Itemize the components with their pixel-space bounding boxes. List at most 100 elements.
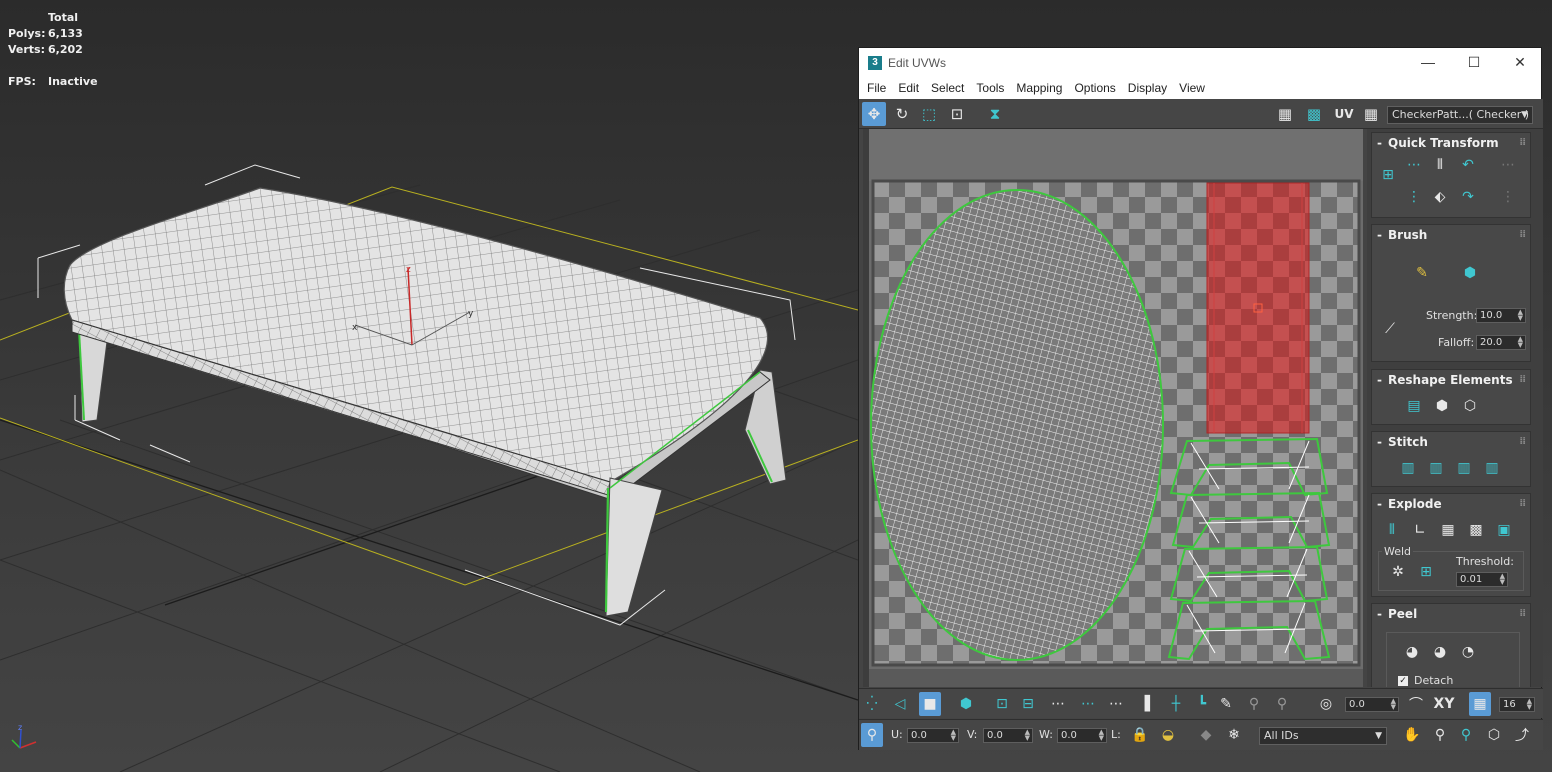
v-spinner[interactable]: 0.0 ▲ ▼ (983, 728, 1033, 743)
menu-options[interactable]: Options (1068, 81, 1121, 95)
texture-dropdown[interactable]: CheckerPatt...( Checker ) ▼ (1387, 106, 1533, 124)
freeze-visible-icon[interactable]: ◆ (1195, 723, 1217, 747)
break-icon[interactable]: ⫴ (1380, 518, 1404, 542)
menu-display[interactable]: Display (1122, 81, 1173, 95)
minimize-button[interactable]: — (1405, 48, 1451, 77)
absolute-mode-icon[interactable]: ⚲ (861, 723, 883, 747)
pin-brush-icon[interactable]: ⚲ (1271, 692, 1293, 716)
brush-select-icon[interactable]: ✎ (1215, 692, 1237, 716)
lock-icon[interactable]: 🔒 (1129, 723, 1151, 747)
grid-spinner[interactable]: 16 ▲ ▼ (1499, 697, 1535, 712)
rollout-header[interactable]: Quick Transform⁞⁞ (1372, 133, 1530, 153)
uv-mode-button[interactable]: UV (1329, 102, 1359, 126)
shrink-selection-icon[interactable]: ⊟ (1017, 692, 1039, 716)
edge-select-icon[interactable]: ⋯ (1105, 692, 1127, 716)
rollout-header[interactable]: Brush⁞⁞ (1372, 225, 1530, 245)
select-element-icon[interactable]: ⬢ (955, 692, 977, 716)
select-edge-icon[interactable]: ◁ (889, 692, 911, 716)
loop-icon[interactable]: ⋯ (1047, 692, 1069, 716)
rollout-header[interactable]: Peel⁞⁞ (1372, 604, 1530, 624)
scale-tool-icon[interactable]: ⬚ (917, 102, 941, 126)
align-horizontal-icon[interactable]: ⋯ (1402, 153, 1426, 177)
move-tool-icon[interactable]: ✥ (862, 102, 886, 126)
paint-select-icon[interactable]: ▌ (1139, 692, 1161, 716)
rotate-tool-icon[interactable]: ↻ (890, 102, 914, 126)
rollout-header[interactable]: Stitch⁞⁞ (1372, 432, 1530, 452)
flatten-icon[interactable]: ▣ (1492, 518, 1516, 542)
xy-space-button[interactable]: XY (1431, 692, 1457, 716)
ring-icon[interactable]: ⋯ (1077, 692, 1099, 716)
menu-mapping[interactable]: Mapping (1010, 81, 1068, 95)
material-ids-dropdown[interactable]: All IDs ▼ (1259, 727, 1387, 745)
rollout-title: Brush (1388, 228, 1428, 242)
freeform-tool-icon[interactable]: ⊡ (945, 102, 969, 126)
hide-icon[interactable]: ◒ (1157, 723, 1179, 747)
zoom-extents-icon[interactable]: ⬡ (1483, 723, 1505, 747)
menu-edit[interactable]: Edit (892, 81, 925, 95)
align-icon[interactable]: ⊞ (1376, 163, 1400, 187)
rotate-cw-icon[interactable]: ↷ (1456, 185, 1480, 209)
u-spinner[interactable]: 0.0 ▲ ▼ (907, 728, 959, 743)
rollout-header[interactable]: Explode⁞⁞ (1372, 494, 1530, 514)
space-horizontal-icon[interactable]: ⦀ (1428, 153, 1452, 177)
menu-view[interactable]: View (1173, 81, 1211, 95)
quick-peel-icon[interactable]: ◕ (1400, 640, 1424, 664)
pivot-icon[interactable]: ⬖ (1428, 185, 1452, 209)
soft-selection-icon[interactable]: ◎ (1315, 692, 1337, 716)
spacing-vertical-icon[interactable]: ⋮ (1496, 185, 1520, 209)
weld-selected-icon[interactable]: ✲ (1386, 560, 1410, 584)
seam-icon[interactable]: ┗ (1191, 692, 1213, 716)
stitch-to-target-icon[interactable]: ▥ (1480, 456, 1504, 480)
falloff-curve-icon[interactable]: ⟋ (1378, 317, 1402, 341)
point-to-point-icon[interactable]: ┼ (1165, 692, 1187, 716)
weld-all-icon[interactable]: ⊞ (1414, 560, 1438, 584)
menu-file[interactable]: File (861, 81, 892, 95)
break-by-smoothing-icon[interactable]: ▩ (1464, 518, 1488, 542)
uv-editor-canvas[interactable] (863, 129, 1363, 687)
straighten-icon[interactable]: ▤ (1402, 394, 1426, 418)
relax-icon[interactable]: ⬢ (1430, 394, 1454, 418)
align-vertical-icon[interactable]: ⋮ (1402, 185, 1426, 209)
spacing-icon[interactable]: ⋯ (1496, 153, 1520, 177)
falloff-spinner[interactable]: 20.0 ▲ ▼ (1476, 335, 1526, 350)
angle-spinner[interactable]: 0.0 ▲ ▼ (1345, 697, 1399, 712)
grid-snap-icon[interactable]: ▦ (1469, 692, 1491, 716)
grow-selection-icon[interactable]: ⊡ (991, 692, 1013, 716)
select-face-icon[interactable]: ■ (919, 692, 941, 716)
zoom-icon[interactable]: ⚲ (1429, 723, 1451, 747)
relax-brush-icon[interactable]: ⬢ (1458, 261, 1482, 285)
stitch-custom-icon[interactable]: ▥ (1396, 456, 1420, 480)
texture-settings-icon[interactable]: ▦ (1359, 102, 1383, 126)
show-map-icon[interactable]: ▦ (1273, 102, 1297, 126)
edit-uvws-window[interactable]: 3 Edit UVWs — ☐ ✕ File Edit Select Tools… (858, 47, 1543, 750)
peel-mode-icon[interactable]: ◕ (1428, 640, 1452, 664)
v-value: 0.0 (987, 730, 1003, 741)
reset-peel-icon[interactable]: ◔ (1456, 640, 1480, 664)
checker-display-icon[interactable]: ▩ (1302, 102, 1326, 126)
break-by-polygroup-icon[interactable]: ▦ (1436, 518, 1460, 542)
paint-move-icon[interactable]: ✎ (1410, 261, 1434, 285)
break-by-angle-icon[interactable]: ∟ (1408, 518, 1432, 542)
w-spinner[interactable]: 0.0 ▲ ▼ (1057, 728, 1107, 743)
rotate-ccw-icon[interactable]: ↶ (1456, 153, 1480, 177)
pan-icon[interactable]: ✋ (1401, 723, 1423, 747)
freeze-icon[interactable]: ❄ (1223, 723, 1245, 747)
relax-until-flat-icon[interactable]: ⬡ (1458, 394, 1482, 418)
stitch-average-icon[interactable]: ▥ (1452, 456, 1476, 480)
menu-select[interactable]: Select (925, 81, 970, 95)
falloff-type-icon[interactable]: ⌒ (1405, 692, 1427, 716)
title-bar[interactable]: 3 Edit UVWs — ☐ ✕ (859, 48, 1541, 77)
select-vertex-icon[interactable]: ⁛ (861, 692, 883, 716)
close-button[interactable]: ✕ (1497, 48, 1543, 77)
maximize-button[interactable]: ☐ (1451, 48, 1497, 77)
detach-checkbox[interactable]: ✓ (1398, 676, 1408, 686)
weld-brush-icon[interactable]: ⚲ (1243, 692, 1265, 716)
tile-icon[interactable]: ⤴ (1511, 723, 1533, 747)
zoom-region-icon[interactable]: ⚲ (1455, 723, 1477, 747)
stitch-to-source-icon[interactable]: ▥ (1424, 456, 1448, 480)
menu-tools[interactable]: Tools (970, 81, 1010, 95)
mirror-tool-icon[interactable]: ⧗ (983, 102, 1007, 126)
strength-spinner[interactable]: 10.0 ▲ ▼ (1476, 308, 1526, 323)
rollout-header[interactable]: Reshape Elements⁞⁞ (1372, 370, 1530, 390)
threshold-spinner[interactable]: 0.01 ▲ ▼ (1456, 572, 1508, 587)
